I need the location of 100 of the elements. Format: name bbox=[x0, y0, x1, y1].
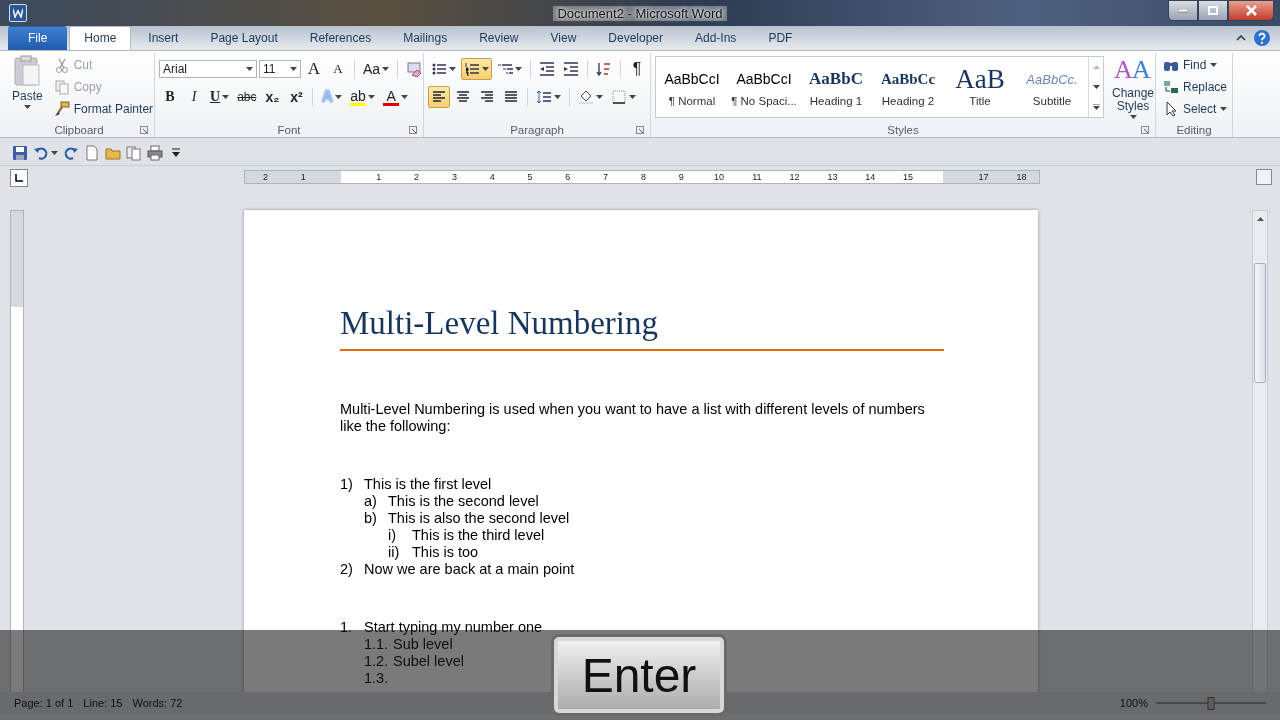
ribbon-tab[interactable]: References bbox=[294, 26, 387, 50]
ruler-number: 18 bbox=[1016, 171, 1027, 183]
font-name-field[interactable]: Arial bbox=[159, 60, 257, 78]
caret-icon bbox=[554, 95, 561, 99]
ribbon-tab[interactable]: View bbox=[535, 26, 592, 50]
redo-button[interactable] bbox=[63, 145, 79, 161]
line-number[interactable]: Line: 15 bbox=[83, 697, 123, 709]
numbering-button[interactable] bbox=[461, 58, 492, 80]
list-number: i) bbox=[388, 527, 398, 544]
dialog-launcher-icon[interactable] bbox=[636, 126, 644, 134]
list-number: 1.1. bbox=[364, 636, 390, 653]
group-label: Editing bbox=[1176, 123, 1212, 136]
word-count[interactable]: Words: 72 bbox=[132, 697, 183, 709]
close-button[interactable] bbox=[1228, 0, 1274, 21]
ruler-number: 10 bbox=[714, 171, 724, 183]
ruler-number: 3 bbox=[451, 171, 457, 183]
help-icon[interactable] bbox=[1254, 30, 1270, 46]
list-item-text: This is the first level bbox=[364, 476, 492, 493]
style-option[interactable]: AaBbCc Heading 2 bbox=[872, 57, 944, 117]
scissors-icon bbox=[53, 57, 70, 73]
new-button[interactable] bbox=[84, 145, 100, 161]
save-button[interactable] bbox=[12, 145, 28, 161]
replace-icon bbox=[1163, 79, 1179, 95]
scroll-thumb[interactable] bbox=[1254, 263, 1266, 383]
dialog-launcher-icon[interactable] bbox=[140, 126, 148, 134]
tab-selector-icon[interactable] bbox=[10, 169, 28, 187]
sub-button[interactable]: x₂ bbox=[261, 86, 284, 108]
font-size-field[interactable]: 11 bbox=[259, 60, 301, 78]
list-number: 1.3. bbox=[364, 670, 390, 687]
caret-icon bbox=[1129, 115, 1137, 119]
left-button[interactable] bbox=[428, 86, 450, 108]
page-count[interactable]: Page: 1 of 1 bbox=[14, 697, 74, 709]
caret-icon bbox=[290, 67, 297, 71]
sup-button[interactable]: x² bbox=[285, 86, 308, 108]
ribbon-tab[interactable]: Review bbox=[464, 26, 534, 50]
grow-button[interactable]: A bbox=[303, 58, 325, 80]
zoom-level[interactable]: 100% bbox=[1119, 697, 1148, 709]
file-menu-tab[interactable]: File bbox=[8, 26, 68, 50]
strike-button[interactable]: abc bbox=[234, 86, 260, 108]
painter-button[interactable]: Format Painter bbox=[50, 99, 157, 119]
minimize-button[interactable] bbox=[1168, 0, 1198, 21]
maximize-button[interactable] bbox=[1198, 0, 1228, 21]
caret-icon bbox=[246, 67, 253, 71]
style-option[interactable]: AaBbCc. Subtitle bbox=[1016, 57, 1088, 117]
style-option[interactable]: AaB Title bbox=[944, 57, 1016, 117]
documents-icon bbox=[126, 145, 142, 161]
italic-button[interactable]: I bbox=[183, 86, 205, 108]
ruler-number: 8 bbox=[640, 171, 646, 183]
fontcolor-button[interactable]: A bbox=[380, 86, 412, 108]
dialog-launcher-icon[interactable] bbox=[1141, 126, 1149, 134]
caret-icon bbox=[401, 95, 409, 99]
caret-icon bbox=[23, 105, 31, 109]
style-option[interactable]: AaBbC Heading 1 bbox=[800, 57, 872, 117]
list-number: ii) bbox=[388, 544, 401, 561]
style-option[interactable]: AaBbCcI ¶ No Spaci... bbox=[728, 57, 800, 117]
ribbon-tab[interactable]: Home bbox=[69, 26, 132, 50]
preview-button[interactable] bbox=[126, 145, 142, 161]
bold-button[interactable]: B bbox=[159, 86, 181, 108]
ribbon-tab[interactable]: PDF bbox=[753, 26, 808, 50]
caret-icon bbox=[515, 67, 522, 71]
minimize-icon bbox=[1178, 8, 1188, 13]
ruler-number: 4 bbox=[489, 171, 495, 183]
ribbon-tab[interactable]: Page Layout bbox=[195, 26, 293, 50]
ruler-number: 7 bbox=[603, 171, 609, 183]
case-button[interactable]: Aa bbox=[360, 58, 393, 80]
ribbon-tab[interactable]: Insert bbox=[133, 26, 194, 50]
print-button[interactable] bbox=[147, 145, 163, 161]
paste-button[interactable]: Paste bbox=[8, 53, 47, 122]
select-button[interactable]: Select bbox=[1160, 99, 1231, 119]
change-styles-button[interactable]: AA Change Styles bbox=[1108, 53, 1158, 122]
scroll-up-icon[interactable] bbox=[1256, 217, 1264, 221]
body-paragraph: Multi-Level Numbering is used when you want to have a list with different levels of numbers like the following: bbox=[340, 401, 926, 435]
maximize-icon bbox=[1208, 6, 1218, 15]
find-button[interactable]: Find bbox=[1160, 55, 1231, 75]
caret-icon bbox=[596, 95, 603, 99]
ruler-number: 12 bbox=[789, 171, 800, 183]
caret-icon bbox=[222, 95, 230, 99]
marks-button[interactable]: ¶ bbox=[626, 58, 648, 80]
ribbon-tab[interactable]: Add-Ins bbox=[680, 26, 752, 50]
style-option[interactable]: AaBbCcI ¶ Normal bbox=[656, 57, 728, 117]
copy-icon bbox=[53, 79, 70, 95]
dialog-launcher-icon[interactable] bbox=[409, 126, 417, 134]
replace-button[interactable]: Replace bbox=[1160, 77, 1231, 97]
cursor-icon bbox=[1163, 101, 1179, 117]
ribbon-tab[interactable]: Developer bbox=[593, 26, 678, 50]
ruler-number: 14 bbox=[865, 171, 876, 183]
word-app-icon[interactable] bbox=[9, 4, 27, 22]
highlight-button[interactable]: ab bbox=[347, 86, 379, 108]
multilevel-list-icon bbox=[497, 61, 513, 77]
ruler-number: 15 bbox=[903, 171, 913, 183]
group-label: Paragraph bbox=[510, 123, 564, 136]
undo-button[interactable] bbox=[33, 145, 58, 161]
ruler-number: 11 bbox=[752, 171, 762, 183]
list-number: 1.2. bbox=[364, 653, 390, 670]
ruler-number: 6 bbox=[565, 171, 571, 183]
view-ruler-icon[interactable] bbox=[1256, 169, 1272, 185]
shrink-button[interactable]: A bbox=[327, 58, 349, 80]
underline-button[interactable]: U bbox=[207, 86, 233, 108]
ribbon-tab[interactable]: Mailings bbox=[388, 26, 463, 50]
collapse-ribbon-icon[interactable] bbox=[1236, 35, 1246, 41]
